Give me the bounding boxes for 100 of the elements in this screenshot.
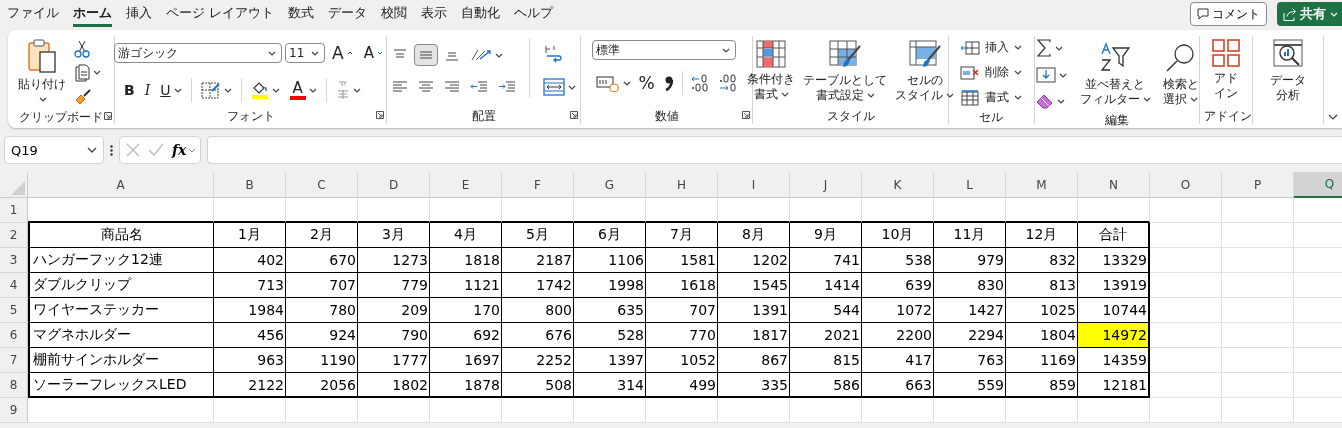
italic-button[interactable]: I [140, 79, 155, 101]
column-header[interactable]: B [214, 172, 286, 198]
column-header[interactable]: L [934, 172, 1006, 198]
table-cell: 8月 [742, 226, 765, 244]
menu-tab[interactable]: 挿入 [126, 1, 152, 27]
group-label: 編集 [1104, 113, 1129, 127]
add-ins-button[interactable]: アド イン [1207, 36, 1244, 103]
table-cell: 商品名 [100, 226, 143, 244]
row-header[interactable]: 1 [0, 198, 28, 223]
font-name-field[interactable]: 游ゴシック [114, 43, 283, 63]
shrink-font-button[interactable]: A [359, 41, 387, 65]
table-cell: 1998 [608, 277, 644, 293]
share-button[interactable]: 共有 [1277, 2, 1342, 26]
menu-tab[interactable]: 表示 [421, 1, 448, 27]
table-cell: 779 [401, 277, 428, 293]
conditional-format-button[interactable]: 条件付き 書式 [744, 37, 799, 104]
table-cell: 815 [833, 352, 860, 368]
table-cell: マグネホルダー [33, 326, 131, 344]
sort-filter-button[interactable]: 並べ替えと フィルター [1076, 39, 1154, 109]
group-label: アドイン [1203, 109, 1252, 123]
table-cell: 1072 [896, 302, 932, 318]
underline-button[interactable]: U [156, 79, 186, 101]
column-header[interactable]: O [1150, 172, 1222, 198]
paste-button[interactable]: 貼り付け [17, 36, 66, 109]
column-header[interactable]: D [358, 172, 430, 198]
column-header[interactable]: N [1078, 172, 1150, 198]
column-header[interactable]: M [1006, 172, 1078, 198]
column-header[interactable]: E [430, 172, 502, 198]
row-header[interactable]: 6 [0, 323, 28, 348]
row-header[interactable]: 4 [0, 273, 28, 298]
table-cell: 1397 [608, 352, 644, 368]
row-header[interactable]: 2 [0, 223, 28, 248]
table-cell: 635 [617, 302, 644, 318]
menu-tab[interactable]: 自動化 [461, 1, 501, 27]
row-header[interactable]: 5 [0, 298, 28, 323]
table-cell: 639 [905, 277, 932, 293]
number-format-field[interactable]: 標準 [591, 40, 736, 60]
table-cell: 1878 [464, 376, 500, 393]
data-analysis-button[interactable]: データ 分析 [1266, 36, 1309, 105]
column-header[interactable]: K [862, 172, 934, 198]
row-header[interactable]: 3 [0, 248, 28, 273]
menu-tab[interactable]: データ [328, 1, 368, 27]
column-header[interactable]: H [646, 172, 718, 198]
table-cell: 692 [473, 327, 500, 343]
table-cell: 12月 [1025, 226, 1058, 244]
column-header[interactable]: J [790, 172, 862, 198]
bold-button[interactable]: B [120, 79, 139, 101]
table-cell: 1545 [752, 277, 788, 293]
table-cell: 713 [257, 277, 284, 293]
table-cell: 1391 [752, 302, 788, 318]
format-cells-button[interactable]: 書式 [956, 86, 1027, 109]
column-header[interactable]: F [502, 172, 574, 198]
table-cell: 417 [905, 352, 932, 368]
find-select-button[interactable]: 検索と 選択 [1159, 39, 1202, 109]
comment-button[interactable]: コメント [1190, 2, 1267, 26]
menu-tab[interactable]: ファイル [7, 1, 59, 27]
percent-button[interactable]: % [634, 70, 659, 96]
table-cell: 663 [905, 376, 932, 393]
column-header[interactable]: Q [1294, 172, 1342, 198]
column-header[interactable]: A [28, 172, 214, 198]
table-cell: 1618 [680, 277, 716, 293]
row-header[interactable]: 9 [0, 398, 28, 423]
column-header[interactable]: C [286, 172, 358, 198]
table-cell: 832 [1049, 252, 1076, 268]
menu-tab[interactable]: 数式 [288, 1, 315, 27]
table-cell: 1202 [752, 252, 788, 268]
grow-font-button[interactable]: A [328, 40, 357, 66]
table-cell: 402 [257, 252, 284, 268]
insert-function-button[interactable]: fx [172, 142, 197, 158]
column-header[interactable]: P [1222, 172, 1294, 198]
table-cell: 924 [329, 327, 356, 343]
format-as-table-button[interactable]: テーブルとして 書式設定 [800, 36, 891, 105]
column-header[interactable]: G [574, 172, 646, 198]
table-cell: 1802 [392, 376, 428, 393]
table-cell: 813 [1049, 277, 1076, 293]
table-cell: 538 [905, 252, 932, 268]
table-cell: 741 [833, 252, 860, 268]
group-label: セル [979, 110, 1004, 124]
table-cell: 499 [689, 376, 716, 393]
group-label: フォント [226, 109, 275, 123]
row-header[interactable]: 8 [0, 373, 28, 398]
table-cell: 4月 [454, 226, 477, 244]
name-box[interactable]: Q19 [4, 136, 104, 164]
font-size-field[interactable]: 11 [285, 43, 326, 63]
insert-cells-button[interactable]: 挿入 [956, 36, 1027, 59]
table-cell: 800 [545, 302, 572, 318]
font-color-button[interactable]: A [285, 77, 321, 103]
delete-cells-button[interactable]: 削除 [956, 61, 1027, 84]
table-cell: 2月 [310, 226, 333, 244]
table-cell: 979 [977, 252, 1004, 268]
menu-tab[interactable]: ページ レイアウト [166, 1, 275, 27]
column-header[interactable]: I [718, 172, 790, 198]
menu-tab[interactable]: ヘルプ [514, 1, 554, 27]
table-cell: 1804 [1040, 327, 1076, 343]
menu-tab[interactable]: 校閲 [381, 1, 408, 27]
table-cell: 1052 [680, 352, 716, 368]
row-header[interactable]: 7 [0, 348, 28, 373]
table-cell: 14359 [1102, 352, 1147, 368]
table-cell: 586 [833, 376, 860, 393]
cell-styles-button[interactable]: セルの スタイル [892, 36, 958, 105]
